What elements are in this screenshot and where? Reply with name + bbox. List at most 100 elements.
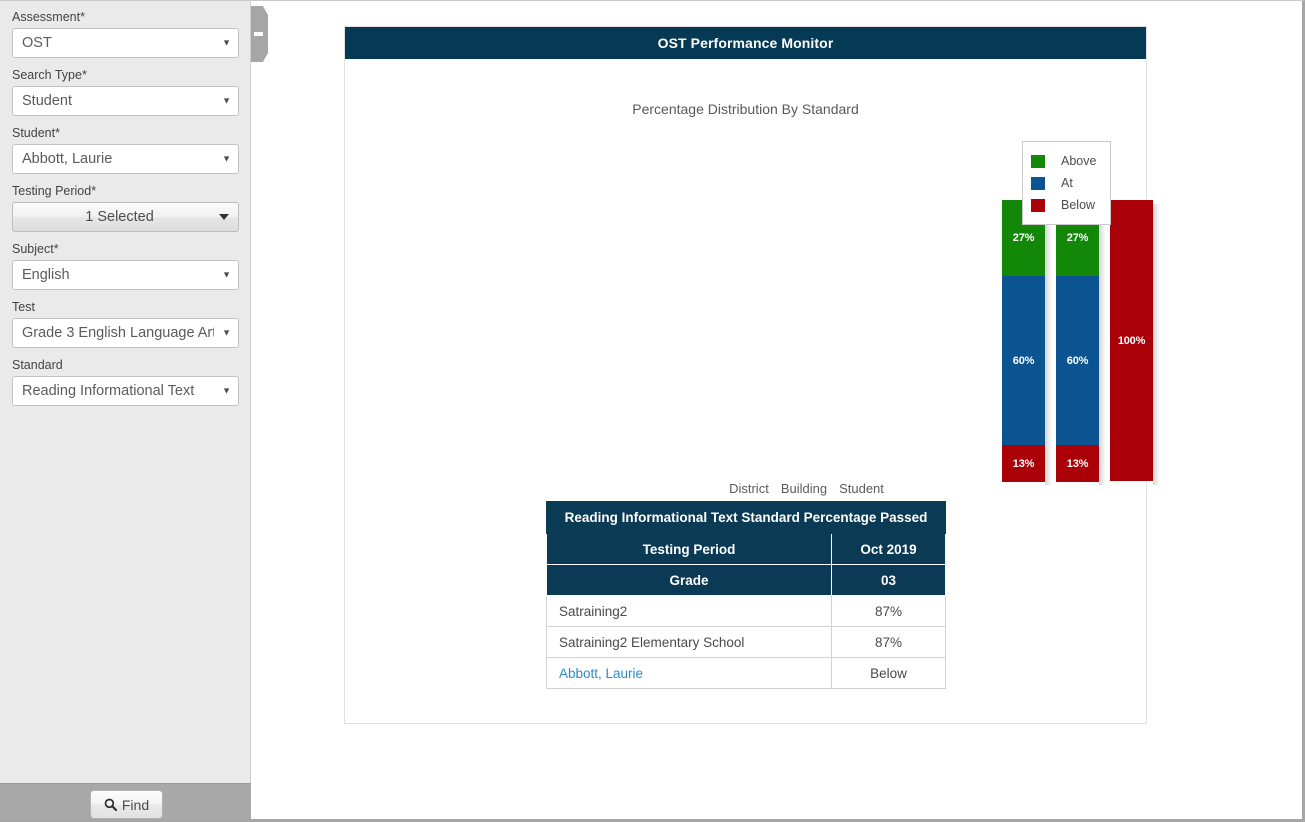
filter-value: Grade 3 English Language Arts [22, 325, 214, 341]
report-panel: OST Performance Monitor Percentage Distr… [344, 26, 1160, 724]
table-row-value: 87% [830, 626, 947, 658]
find-bar: Find [0, 783, 251, 819]
filter-field: Search Type* Student ▼ [12, 67, 239, 116]
filter-field: Testing Period* 1 Selected [12, 183, 239, 232]
bar-district: 27% 60% 13% [1002, 200, 1052, 485]
chart-x-axis-labels: District Building Student [345, 480, 1146, 498]
filter-label: Search Type* [12, 68, 87, 82]
table-row-link[interactable]: Abbott, Laurie [546, 657, 832, 689]
table-title-row: Reading Informational Text Standard Perc… [545, 501, 947, 534]
stacked-bar-chart: 27% 60% 13% 27% 60% 13% 100% [345, 59, 1160, 499]
table-header-row: Testing Period Oct 2019 [546, 533, 947, 565]
filter-field: Student* Abbott, Laurie ▼ [12, 125, 239, 174]
chart-legend: Above At Below [1022, 141, 1112, 225]
legend-label: Below [1061, 198, 1096, 212]
chevron-down-icon: ▼ [222, 327, 231, 338]
bar-segment-label: 27% [1012, 232, 1035, 244]
chevron-down-icon: ▼ [222, 269, 231, 280]
filter-value: Abbott, Laurie [22, 151, 113, 167]
table-row: Abbott, Laurie Below [546, 657, 947, 689]
page-title: OST Performance Monitor [657, 35, 834, 51]
chevron-down-icon: ▼ [222, 37, 231, 48]
filter-label: Standard [12, 358, 63, 372]
filter-select-standard[interactable]: Reading Informational Text ▼ [12, 376, 239, 406]
panel-header: OST Performance Monitor [345, 27, 1146, 59]
chevron-down-icon: ▼ [222, 385, 231, 396]
filter-value: Reading Informational Text [22, 383, 195, 399]
app-window: Assessment* OST ▼ Search Type* Student ▼ Stude… [0, 0, 1305, 822]
filter-list: Assessment* OST ▼ Search Type* Student ▼ Stude… [0, 1, 251, 783]
table-row-value: 87% [830, 595, 947, 627]
legend-item[interactable]: At [1031, 172, 1096, 194]
percentage-passed-table: Reading Informational Text Standard Perc… [545, 501, 947, 689]
search-icon [104, 798, 117, 812]
chevron-down-icon [219, 214, 229, 220]
filter-value: OST [22, 35, 52, 51]
x-axis-label: Student [839, 481, 884, 496]
table-row-name: Satraining2 [546, 595, 832, 627]
filter-field: Subject* English ▼ [12, 241, 239, 290]
filter-field: Standard Reading Informational Text ▼ [12, 357, 239, 406]
table-row-value: Below [830, 657, 947, 689]
filter-field: Test Grade 3 English Language Arts ▼ [12, 299, 239, 348]
chart-area: Percentage Distribution By Standard 27% 6… [345, 59, 1160, 515]
table-header-row: Grade 03 [546, 564, 947, 596]
bar-shadow [1099, 204, 1106, 485]
chevron-down-icon: ▼ [222, 95, 231, 106]
legend-label: At [1061, 176, 1073, 190]
bar-segment-label: 100% [1117, 334, 1146, 347]
bar-segment-label: 13% [1066, 457, 1089, 470]
table-row: Satraining2 Elementary School 87% [546, 626, 947, 658]
filter-value: Student [22, 93, 72, 109]
x-axis-label: Building [780, 481, 828, 496]
bar-shadow [1153, 204, 1160, 485]
filter-multiselect-testing-period[interactable]: 1 Selected [12, 202, 239, 232]
table-header-label: Testing Period [546, 533, 832, 565]
filter-sidebar: Assessment* OST ▼ Search Type* Student ▼ Stude… [0, 1, 251, 819]
filter-select-test[interactable]: Grade 3 English Language Arts ▼ [12, 318, 239, 348]
bar-segment-label: 27% [1066, 232, 1089, 244]
find-button[interactable]: Find [90, 790, 163, 819]
legend-swatch-above [1031, 154, 1045, 168]
table-header-label: Grade [546, 564, 832, 596]
x-axis-label: District [729, 481, 769, 496]
bar-segment-at: 60% [1056, 276, 1099, 445]
content-area: OST Performance Monitor Percentage Distr… [252, 1, 1302, 819]
legend-item[interactable]: Above [1031, 150, 1096, 172]
filter-select-subject[interactable]: English ▼ [12, 260, 239, 290]
bar-building: 27% 60% 13% [1056, 200, 1106, 485]
bar-segment-below: 13% [1002, 445, 1045, 482]
bar-segment-label: 13% [1012, 457, 1035, 470]
filter-label: Assessment* [12, 10, 85, 24]
sidebar-collapse-handle[interactable] [251, 6, 270, 62]
bar-student: 100% [1110, 200, 1160, 485]
legend-swatch-at [1031, 176, 1045, 190]
bar-segment-label: 60% [1066, 354, 1089, 367]
find-button-label: Find [121, 796, 150, 813]
filter-label: Student* [12, 126, 60, 140]
table-header-value: Oct 2019 [830, 533, 947, 565]
filter-select-student[interactable]: Abbott, Laurie ▼ [12, 144, 239, 174]
bar-segment-below: 100% [1110, 200, 1153, 481]
bar-segment-at: 60% [1002, 276, 1045, 445]
collapse-dash-icon [254, 32, 263, 36]
table-title: Reading Informational Text Standard Perc… [545, 501, 947, 534]
table-row-name: Satraining2 Elementary School [546, 626, 832, 658]
filter-label: Test [12, 300, 35, 314]
table-row: Satraining2 87% [546, 595, 947, 627]
filter-label: Subject* [12, 242, 59, 256]
bar-segment-label: 60% [1012, 354, 1035, 367]
bar-segment-below: 13% [1056, 445, 1099, 482]
filter-label: Testing Period* [12, 184, 97, 198]
filter-field: Assessment* OST ▼ [12, 9, 239, 58]
filter-value: 1 Selected [85, 209, 154, 225]
filter-select-assessment[interactable]: OST ▼ [12, 28, 239, 58]
legend-swatch-below [1031, 198, 1045, 212]
chevron-down-icon: ▼ [222, 153, 231, 164]
bar-shadow [1045, 204, 1052, 485]
table-header-value: 03 [830, 564, 947, 596]
legend-item[interactable]: Below [1031, 194, 1096, 216]
filter-value: English [22, 267, 70, 283]
legend-label: Above [1061, 154, 1097, 168]
filter-select-search-type[interactable]: Student ▼ [12, 86, 239, 116]
